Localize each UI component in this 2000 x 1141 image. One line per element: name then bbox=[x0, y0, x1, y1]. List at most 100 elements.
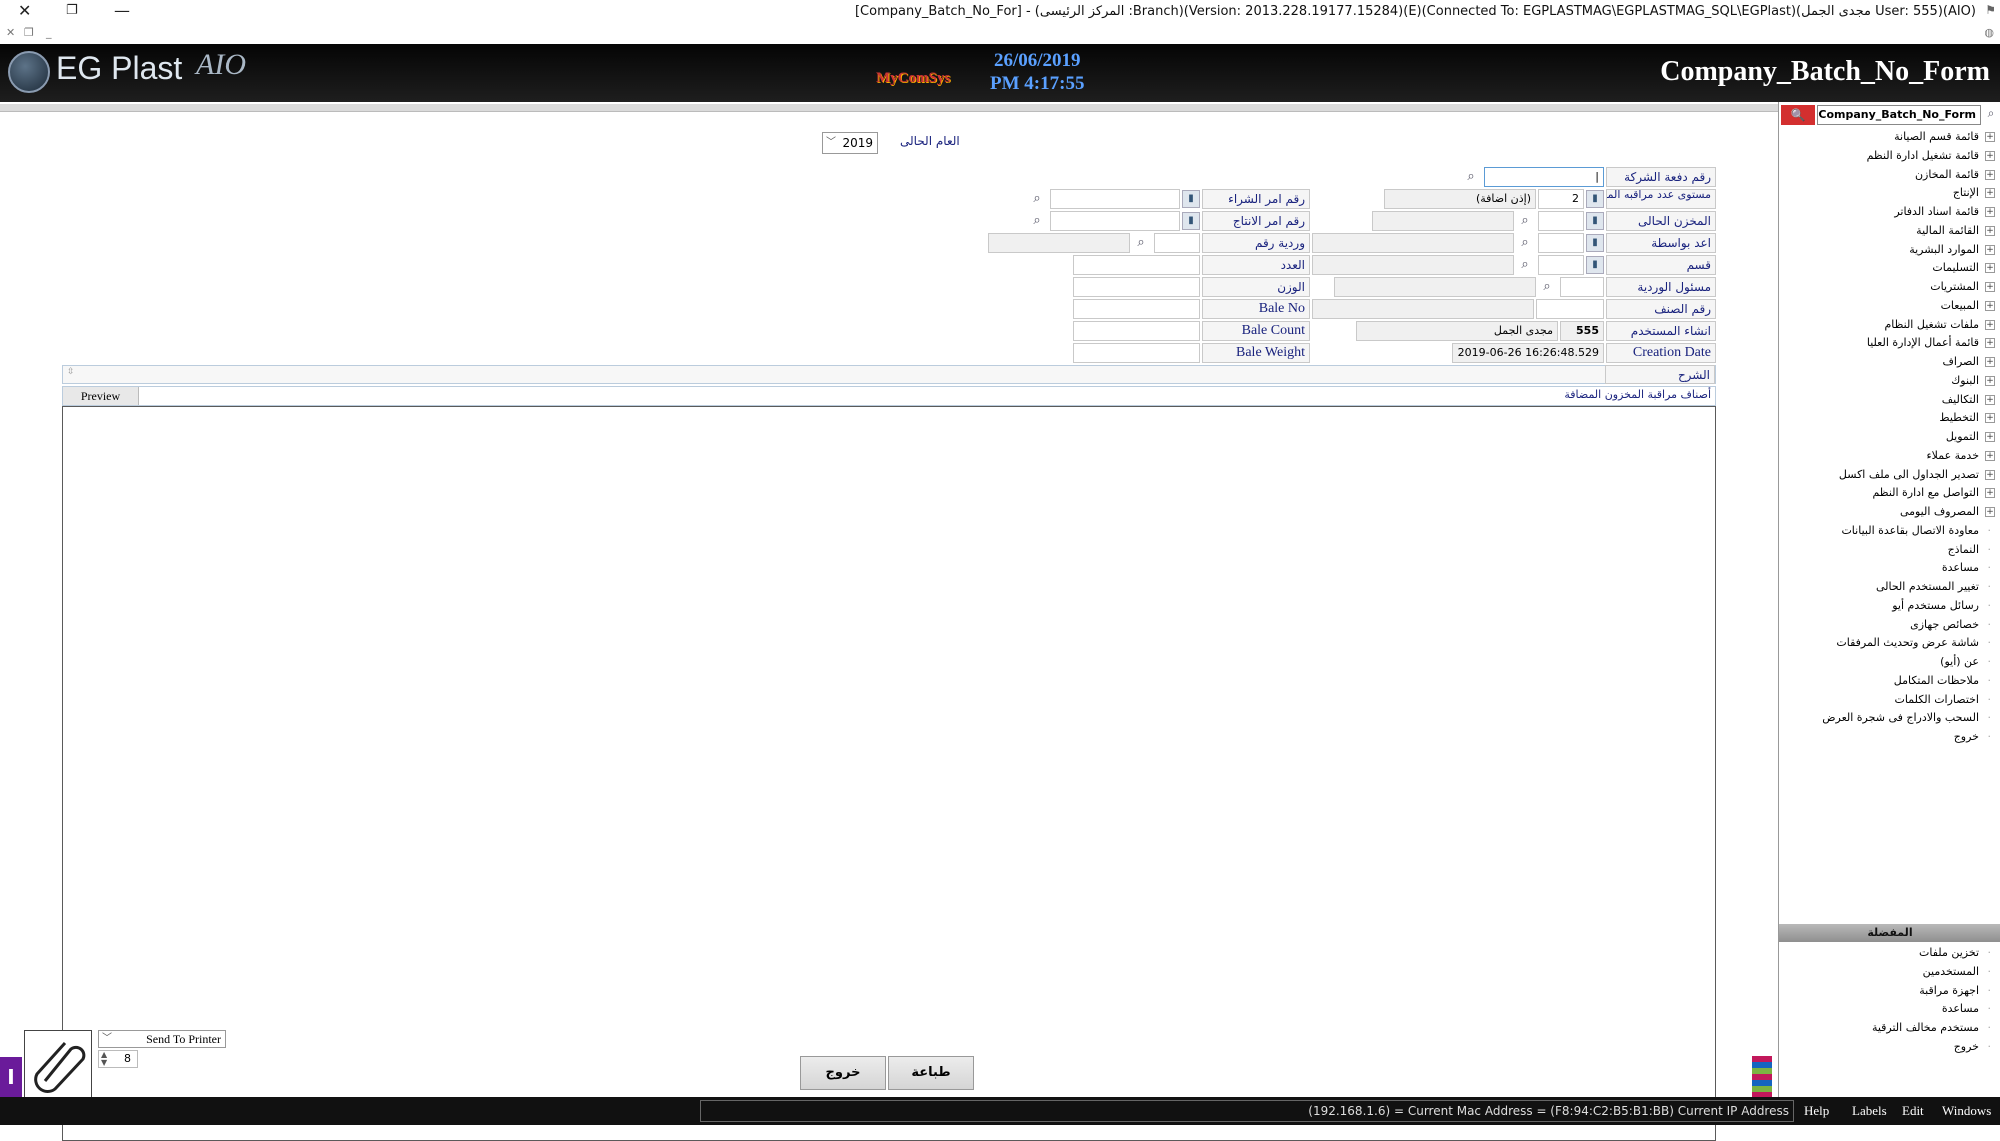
menu-tree-item[interactable]: التكاليف + bbox=[1779, 391, 2000, 410]
prepared-by-search-icon[interactable]: ⌕ bbox=[1516, 234, 1534, 252]
expand-icon[interactable]: + bbox=[1985, 357, 1995, 367]
current-store-code[interactable] bbox=[1538, 211, 1584, 231]
current-store-search-icon[interactable]: ⌕ bbox=[1516, 212, 1534, 230]
colorbar-icon[interactable] bbox=[1752, 1056, 1772, 1098]
batch-no-input[interactable]: | bbox=[1484, 167, 1604, 187]
shift-no-search-icon[interactable]: ⌕ bbox=[1132, 234, 1150, 252]
expand-icon[interactable]: + bbox=[1985, 375, 1995, 386]
bale-no-input[interactable] bbox=[1073, 299, 1200, 319]
prod-no-search-icon[interactable]: ⌕ bbox=[1028, 212, 1046, 230]
preview-button[interactable]: Preview bbox=[63, 387, 139, 405]
menu-tree-item[interactable]: الإنتاج + bbox=[1779, 184, 2000, 203]
po-no-input[interactable] bbox=[1050, 189, 1180, 209]
item-no-code[interactable] bbox=[1536, 299, 1604, 319]
menu-tree-item[interactable]: ملفات تشغيل النظام + bbox=[1779, 316, 2000, 335]
mdi-close-icon[interactable]: ✕ bbox=[6, 26, 15, 39]
expand-icon[interactable]: + bbox=[1985, 469, 1995, 480]
attachment-button[interactable] bbox=[24, 1030, 92, 1098]
mdi-minimize-icon[interactable]: _ bbox=[46, 26, 52, 39]
favorite-item[interactable]: المستخدمين · bbox=[1779, 963, 2000, 982]
weight-input[interactable] bbox=[1073, 277, 1200, 297]
menu-tree-item[interactable]: خصائص جهازى · bbox=[1779, 616, 2000, 635]
expand-icon[interactable]: + bbox=[1985, 169, 1995, 180]
menu-tree-item[interactable]: البنوك + bbox=[1779, 372, 2000, 391]
restore-icon[interactable]: ❐ bbox=[66, 3, 78, 18]
menu-tree-item[interactable]: النماذج · bbox=[1779, 541, 2000, 560]
expand-icon[interactable]: + bbox=[1985, 319, 1995, 330]
expand-icon[interactable]: + bbox=[1985, 450, 1995, 461]
menu-tree-item[interactable]: الصراف + bbox=[1779, 353, 2000, 372]
expand-icon[interactable]: + bbox=[1985, 132, 1995, 142]
menu-labels[interactable]: Labels bbox=[1852, 1103, 1887, 1119]
menu-tree-item[interactable]: رسائل مستخدم أيو · bbox=[1779, 597, 2000, 616]
shift-no-code[interactable] bbox=[1154, 233, 1200, 253]
po-no-search-icon[interactable]: ⌕ bbox=[1028, 190, 1046, 208]
expand-icon[interactable]: + bbox=[1985, 338, 1995, 349]
close-icon[interactable]: ✕ bbox=[18, 1, 31, 20]
menu-tree-item[interactable]: المشتريات + bbox=[1779, 278, 2000, 297]
po-no-toggle[interactable]: ▮ bbox=[1182, 190, 1200, 208]
copies-stepper[interactable]: ▲ ▼ 8 bbox=[98, 1050, 138, 1068]
stepper-arrows-icon[interactable]: ▲ ▼ bbox=[101, 1051, 107, 1067]
menu-tree-item[interactable]: قائمة اسناد الدفاتر + bbox=[1779, 203, 2000, 222]
menu-tree-item[interactable]: خدمة عملاء + bbox=[1779, 447, 2000, 466]
bale-weight-input[interactable] bbox=[1073, 343, 1200, 363]
search-icon[interactable]: ⌕ bbox=[1983, 106, 1999, 124]
menu-tree-item[interactable]: قائمة المخازن + bbox=[1779, 166, 2000, 185]
expand-icon[interactable]: + bbox=[1985, 244, 1995, 255]
expand-icon[interactable]: + bbox=[1985, 188, 1995, 199]
menu-tree-item[interactable]: مساعدة · bbox=[1779, 559, 2000, 578]
expand-icon[interactable]: + bbox=[1985, 432, 1995, 442]
menu-tree-item[interactable]: القائمة المالية + bbox=[1779, 222, 2000, 241]
notes-input[interactable] bbox=[63, 366, 1605, 383]
search-button[interactable]: 🔍 bbox=[1781, 105, 1815, 125]
menu-tree-item[interactable]: التخطيط + bbox=[1779, 409, 2000, 428]
menu-tree-item[interactable]: المصروف اليومى + bbox=[1779, 503, 2000, 522]
expand-icon[interactable]: + bbox=[1985, 263, 1995, 274]
menu-tree-item[interactable]: الموارد البشرية + bbox=[1779, 241, 2000, 260]
items-grid[interactable] bbox=[62, 406, 1716, 1141]
expand-icon[interactable]: + bbox=[1985, 507, 1995, 517]
mdi-restore-icon[interactable]: ❐ bbox=[24, 26, 34, 39]
count-input[interactable] bbox=[1073, 255, 1200, 275]
menu-tree-item[interactable]: التسليمات + bbox=[1779, 259, 2000, 278]
menu-tree-item[interactable]: قائمة قسم الصيانة + bbox=[1779, 128, 2000, 147]
printer-select[interactable]: ﹀ Send To Printer bbox=[98, 1030, 226, 1048]
menu-edit[interactable]: Edit bbox=[1902, 1103, 1924, 1119]
expand-icon[interactable]: + bbox=[1985, 413, 1995, 424]
menu-tree-item[interactable]: اختصارات الكلمات · bbox=[1779, 691, 2000, 710]
menu-tree-item[interactable]: قائمة تشغيل ادارة النظم + bbox=[1779, 147, 2000, 166]
menu-tree-item[interactable]: خروج · bbox=[1779, 728, 2000, 747]
minimize-icon[interactable]: — bbox=[114, 1, 130, 20]
menu-tree-item[interactable]: قائمة أعمال الإدارة العليا + bbox=[1779, 334, 2000, 353]
favorite-item[interactable]: اجهزة مراقبة · bbox=[1779, 982, 2000, 1001]
menu-tree-item[interactable]: شاشة عرض وتحديث المرفقات · bbox=[1779, 634, 2000, 653]
favorite-item[interactable]: مساعدة · bbox=[1779, 1000, 2000, 1019]
shift-manager-search-icon[interactable]: ⌕ bbox=[1538, 278, 1556, 296]
prepared-by-code[interactable] bbox=[1538, 233, 1584, 253]
section-search-icon[interactable]: ⌕ bbox=[1516, 256, 1534, 274]
expand-icon[interactable]: + bbox=[1985, 488, 1995, 499]
menu-windows[interactable]: Windows bbox=[1942, 1103, 1991, 1119]
section-toggle[interactable]: ▮ bbox=[1586, 256, 1604, 274]
year-select[interactable]: ﹀ 2019 bbox=[822, 132, 878, 154]
expand-icon[interactable]: + bbox=[1985, 300, 1995, 311]
store-level-toggle[interactable]: ▮ bbox=[1586, 190, 1604, 208]
prod-no-toggle[interactable]: ▮ bbox=[1182, 212, 1200, 230]
shift-manager-code[interactable] bbox=[1560, 277, 1604, 297]
menu-tree-item[interactable]: عن (أيو) · bbox=[1779, 653, 2000, 672]
favorite-item[interactable]: خروج · bbox=[1779, 1038, 2000, 1057]
favorite-item[interactable]: تخزين ملفات · bbox=[1779, 944, 2000, 963]
expand-icon[interactable]: + bbox=[1985, 207, 1995, 217]
menu-help[interactable]: Help bbox=[1804, 1103, 1829, 1119]
prepared-by-toggle[interactable]: ▮ bbox=[1586, 234, 1604, 252]
menu-tree-item[interactable]: معاودة الاتصال بقاعدة البيانات · bbox=[1779, 522, 2000, 541]
batch-no-search-icon[interactable]: ⌕ bbox=[1462, 168, 1480, 186]
prod-no-input[interactable] bbox=[1050, 211, 1180, 231]
exit-button[interactable]: خروج bbox=[800, 1056, 886, 1090]
app-badge-icon[interactable]: I bbox=[0, 1057, 22, 1097]
current-store-toggle[interactable]: ▮ bbox=[1586, 212, 1604, 230]
menu-tree-item[interactable]: تغيير المستخدم الحالى · bbox=[1779, 578, 2000, 597]
expand-icon[interactable]: + bbox=[1985, 282, 1995, 292]
menu-tree-item[interactable]: التمويل + bbox=[1779, 428, 2000, 447]
